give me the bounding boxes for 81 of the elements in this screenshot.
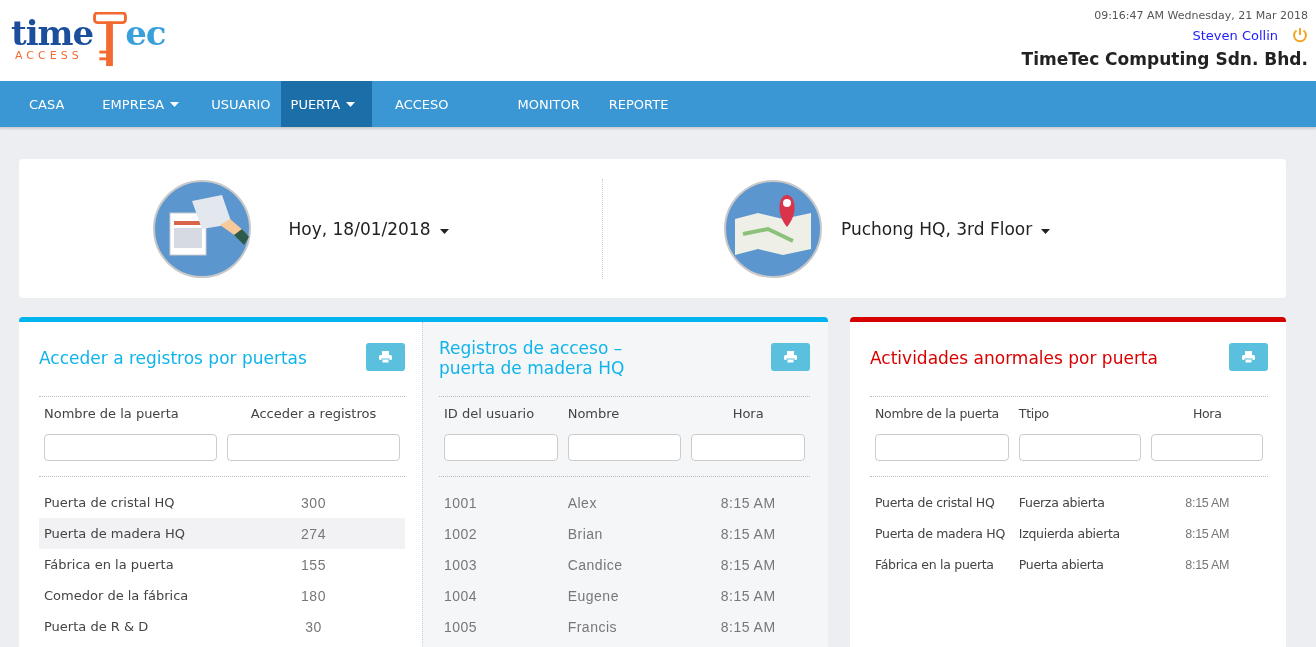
table-cell-text: Puerta de madera HQ [875, 526, 1006, 541]
print-icon [784, 351, 797, 363]
power-icon[interactable] [1292, 27, 1308, 43]
table-cell-text: Fuerza abierta [1018, 495, 1106, 510]
column-header: Ttipo [1018, 405, 1050, 421]
table-cell-text: 300 [300, 494, 327, 511]
table-cell-text: Fábrica en la puerta [875, 557, 995, 572]
print-button[interactable] [366, 343, 405, 371]
company-name: TimeTec Computing Sdn. Bhd. [1021, 49, 1308, 69]
filter-input[interactable] [1018, 434, 1142, 461]
table-cell-text: Puerta de R & D [44, 619, 150, 634]
caret-icon [1041, 229, 1051, 234]
table-cell-text: Puerta de cristal HQ [875, 495, 996, 510]
filter-input[interactable] [875, 434, 1009, 461]
column-header: Acceder a registros [249, 405, 378, 421]
column-header: Hora [1191, 405, 1223, 421]
filter-input[interactable] [691, 434, 805, 461]
logo-text: ec [125, 16, 166, 50]
table-cell-text: Puerta abierta [1018, 557, 1105, 572]
date-dropdown[interactable]: Hoy, 18/01/2018 [288, 218, 449, 239]
table-row[interactable]: Puerta de R & D 30 [39, 611, 405, 642]
column-header: Hora [731, 405, 765, 421]
print-icon [1242, 351, 1255, 363]
table-cell-text: 1004 [444, 587, 479, 604]
calendar-hand-icon [152, 178, 253, 279]
column-header: Nombre de la puerta [875, 405, 1000, 421]
table-cell-text: Alex [567, 494, 598, 511]
column-header: Nombre [567, 405, 621, 421]
column-header: Nombre de la puerta [44, 405, 180, 421]
filter-input[interactable] [44, 434, 217, 461]
user-link[interactable]: Steven Collin [1192, 27, 1278, 43]
caret-icon [346, 101, 356, 107]
table-cell-text: 8:15 AM [719, 494, 777, 511]
table-cell-text: 30 [304, 618, 323, 635]
key-icon [93, 12, 128, 68]
logo-subtitle: ACCESS [15, 50, 84, 61]
logo-text: time [11, 16, 94, 50]
nav-item[interactable]: PUERTA [280, 81, 373, 127]
filter-input[interactable] [227, 434, 400, 461]
print-icon [379, 351, 392, 363]
table-cell-text: Izquierda abierta [1018, 526, 1121, 541]
panel-title: Actividades anormales por puerta [870, 349, 1158, 369]
table-cell-text: Francis [567, 618, 619, 635]
panel-title: Registros de acceso – puerta de madera HQ [439, 339, 625, 379]
caret-icon [439, 229, 449, 234]
table-cell-text: Brian [567, 525, 604, 542]
print-button[interactable] [1229, 343, 1268, 371]
panel-title: Acceder a registros por puertas [39, 349, 307, 369]
table-row[interactable]: Puerta de cristal HQ 300 [39, 487, 405, 518]
table-cell-text: 1002 [444, 525, 479, 542]
table-cell-text: 8:15 AM [1184, 526, 1231, 541]
table-cell-text: 1003 [444, 556, 479, 573]
filter-input[interactable] [444, 434, 558, 461]
table-cell-text: 1001 [444, 494, 479, 511]
table-cell-text: Puerta de madera HQ [44, 526, 187, 541]
table-cell-text: Puerta de cristal HQ [44, 495, 176, 510]
table-cell-text: 155 [300, 556, 327, 573]
table-cell-text: 8:15 AM [1184, 495, 1231, 510]
table-cell-text: Fábrica en la puerta [44, 557, 175, 572]
table-row[interactable]: Puerta de madera HQ 274 [39, 518, 405, 549]
table-cell-text: 8:15 AM [719, 587, 777, 604]
location-dropdown[interactable]: Puchong HQ, 3rd Floor [841, 218, 1051, 239]
map-pin-icon [723, 178, 823, 279]
filter-input[interactable] [567, 434, 682, 461]
table-cell-text: Comedor de la fábrica [44, 588, 190, 603]
table-cell-text: Eugene [567, 587, 620, 604]
column-header: ID del usuario [444, 405, 536, 421]
table-cell-text: 8:15 AM [719, 525, 777, 542]
table-cell-text: 274 [300, 525, 327, 542]
filter-input[interactable] [1151, 434, 1263, 461]
caret-icon [170, 101, 180, 107]
table-cell-text: Candice [567, 556, 624, 573]
table-cell-text: 180 [300, 587, 327, 604]
table-cell-text: 8:15 AM [1184, 557, 1231, 572]
table-cell-text: 8:15 AM [719, 618, 777, 635]
datetime-text: 09:16:47 AM Wednesday, 21 Mar 2018 [1094, 9, 1308, 22]
table-row[interactable]: Comedor de la fábrica 180 [39, 580, 405, 611]
print-button[interactable] [771, 343, 810, 371]
table-cell-text: 8:15 AM [719, 556, 777, 573]
table-cell-text: 1005 [444, 618, 479, 635]
table-row[interactable]: Fábrica en la puerta 155 [39, 549, 405, 580]
